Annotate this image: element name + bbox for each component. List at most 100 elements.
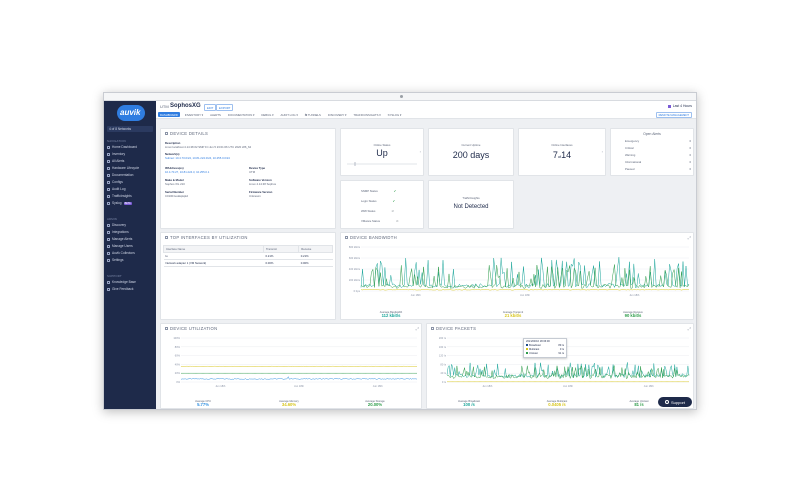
alert-row-critical[interactable]: Critical 0 [625, 146, 691, 150]
wmi-status-row: WMI Status ⊘ [361, 209, 394, 213]
alert-row-emergency[interactable]: Emergency 0 [625, 139, 691, 143]
column-receive[interactable]: Receive [298, 245, 333, 253]
device-packets-card: DEVICE PACKETS ⤢ 200 /s 160 /s 120 /s 80 /s… [426, 323, 694, 409]
y-tick-label: 160 /s [439, 345, 447, 349]
sidebar-item-audit-log[interactable]: Audit Log [107, 186, 154, 192]
login-status-row: Login Status ✔ [361, 199, 395, 203]
column-transmit[interactable]: Transmit [262, 245, 300, 253]
sidebar-item-syslog[interactable]: Syslog BETA [107, 200, 154, 206]
sidebar-item-integrations[interactable]: Integrations [107, 229, 154, 235]
export-button[interactable]: EXPORT [216, 104, 234, 111]
tab-tunnels[interactable]: ⇆ TUNNELS [303, 112, 323, 117]
home-icon [107, 145, 110, 149]
sidebar-item-trafficinsights[interactable]: TrafficInsights [107, 193, 154, 199]
tab-syslog[interactable]: SYSLOG ▾ [386, 112, 404, 117]
y-tick-label: 80 /s [440, 362, 446, 366]
chevron-right-icon[interactable]: › [602, 149, 603, 154]
app-window: auvik 4 of 8 Networks NAVIGATION Home Da… [103, 92, 697, 410]
avg-receive-stat: Average Receive 90 kbit/s [623, 310, 643, 318]
sidebar-item-discovery[interactable]: Discovery [107, 222, 154, 228]
description-field: Description Linux localhost 4.14.38 #2 SM… [165, 141, 252, 149]
breadcrumb[interactable]: UTM [160, 104, 169, 109]
chevron-right-icon[interactable]: › [420, 149, 421, 154]
sidebar-item-hardware-lifecycle[interactable]: Hardware Lifecycle [107, 165, 154, 171]
table-row[interactable]: Network adapter 1 (VM Network) 0.00% 0.00% [163, 259, 333, 267]
collector-icon [107, 251, 110, 255]
top-interfaces-table: Interface Name Transmit Receive lo 0.21% 0… [163, 245, 333, 267]
tab-trafficinsights[interactable]: TRAFFICINSIGHTS ▾ [351, 112, 382, 117]
tab-documentation[interactable]: DOCUMENTATION ▾ [226, 112, 256, 117]
tab-audit-log[interactable]: AUDIT LOG ▾ [279, 112, 300, 117]
online-status-card: Online Status Up › [340, 128, 424, 176]
avg-transmit-stat: Average Transmit 21 kbit/s [502, 310, 524, 318]
sidebar-item-home-dashboard[interactable]: Home Dashboard [107, 144, 154, 150]
trafficinsights-card: TrafficInsights Not Detected [428, 180, 514, 229]
tab-inventory[interactable]: INVENTORY ▾ [183, 112, 205, 117]
support-button[interactable]: Support [658, 397, 692, 407]
sidebar-item-manage-alerts[interactable]: Manage Alerts [107, 236, 154, 242]
x-tick-label: Jun 18th [373, 384, 384, 388]
sidebar-section-admin: ADMIN [107, 217, 118, 221]
x-tick-label: Jun 18th [482, 384, 493, 388]
device-type-field: Device Type UTM [249, 166, 266, 174]
syslog-icon [107, 201, 110, 205]
tab-debug[interactable]: DEBUG ▾ [259, 112, 275, 117]
sidebar-item-configs[interactable]: Configs [107, 179, 154, 185]
alert-row-informational[interactable]: Informational 0 [625, 160, 691, 164]
device-details-card: DEVICE DETAILS Description Linux localhos… [160, 128, 336, 229]
sidebar-item-auvik-collectors[interactable]: Auvik Collectors [107, 250, 154, 256]
device-bandwidth-card: DEVICE BANDWIDTH ⤢ 800 kbit/s 600 kbit/s 4… [340, 232, 694, 320]
uptime-value: 200 days [452, 150, 490, 160]
time-range-selector[interactable]: Last 4 Hours [667, 104, 692, 108]
users-icon [107, 244, 110, 248]
top-interfaces-title: TOP INTERFACES BY UTILIZATION [165, 235, 248, 240]
sidebar-item-manage-users[interactable]: Manage Users [107, 243, 154, 249]
calendar-icon [667, 104, 671, 108]
sidebar-item-knowledge-base[interactable]: Knowledge Base [107, 279, 154, 285]
series-line [446, 365, 690, 380]
y-tick-label: 0% [176, 380, 180, 384]
top-interfaces-card: TOP INTERFACES BY UTILIZATION Interface … [160, 232, 336, 320]
tab-discovery[interactable]: DISCOVERY ▾ [326, 112, 349, 117]
expand-icon[interactable]: ⤢ [688, 235, 691, 240]
check-icon: ✔ [392, 199, 395, 203]
tab-alerts[interactable]: ALERTS [208, 112, 223, 117]
remote-management-button[interactable]: REMOTE MANAGEMENT [655, 112, 692, 118]
expand-icon[interactable]: ⤢ [416, 326, 419, 331]
sidebar-item-give-feedback[interactable]: Give Feedback [107, 286, 154, 292]
utilization-icon [165, 327, 168, 331]
edit-button[interactable]: EDIT [204, 104, 217, 111]
y-tick-label: 200 /s [439, 336, 447, 340]
sidebar-item-documentation[interactable]: Documentation [107, 172, 154, 178]
sidebar-item-settings[interactable]: Settings [107, 257, 154, 263]
column-interface-name[interactable]: Interface Name [163, 245, 264, 253]
sidebar-item-inventory[interactable]: Inventory [107, 151, 154, 157]
avg-memory-stat: Average Memory 34.60% [279, 399, 299, 407]
avg-multicast-stat: Average Multicast 0.0405 /s [546, 399, 568, 407]
x-tick-label: Jun 18th [563, 384, 574, 388]
y-tick-label: 0 bps [354, 289, 361, 293]
alert-row-warning[interactable]: Warning 0 [625, 153, 691, 157]
serial-number-field: Serial Number C01001vekkqkqkd [165, 190, 189, 198]
series-line [180, 376, 418, 380]
alert-row-paused[interactable]: Paused 0 [625, 167, 691, 171]
networks-field: Network(s) Subnet: 10.4.70.0/24, 10.81.22… [165, 152, 230, 160]
expand-icon[interactable]: ⤢ [688, 326, 691, 331]
y-tick-label: 200 kbit/s [349, 278, 361, 282]
auvik-logo[interactable]: auvik [117, 105, 145, 121]
online-interfaces-value: 7of14 [552, 150, 572, 160]
series-line [360, 288, 690, 291]
tab-bar: DASHBOARD INVENTORY ▾ ALERTS DOCUMENTATI… [158, 112, 403, 117]
alert-icon [107, 159, 110, 163]
y-tick-label: 20% [175, 371, 181, 375]
main-content: UTM SophosXG EDIT EXPORT Last 4 Hours DA… [156, 101, 696, 409]
network-selector[interactable]: 4 of 8 Networks [107, 126, 153, 132]
tab-dashboard[interactable]: DASHBOARD [158, 112, 180, 117]
bell-icon [107, 237, 110, 241]
table-row[interactable]: lo 0.21% 0.21% [163, 252, 333, 260]
device-utilization-card: DEVICE UTILIZATION ⤢ 100% 80% 60% 40% 20% 0% J… [160, 323, 422, 409]
sidebar-section-support: SUPPORT [107, 274, 122, 278]
sidebar-item-all-alerts[interactable]: All Alerts [107, 158, 154, 164]
ip-field: IPAddress(es) 10.4.70.27, 10.81.224.3, 10… [165, 166, 210, 174]
packets-tooltip: 2021/03/16 18:36:00 Broadcast 89 /s Multi… [523, 338, 567, 358]
